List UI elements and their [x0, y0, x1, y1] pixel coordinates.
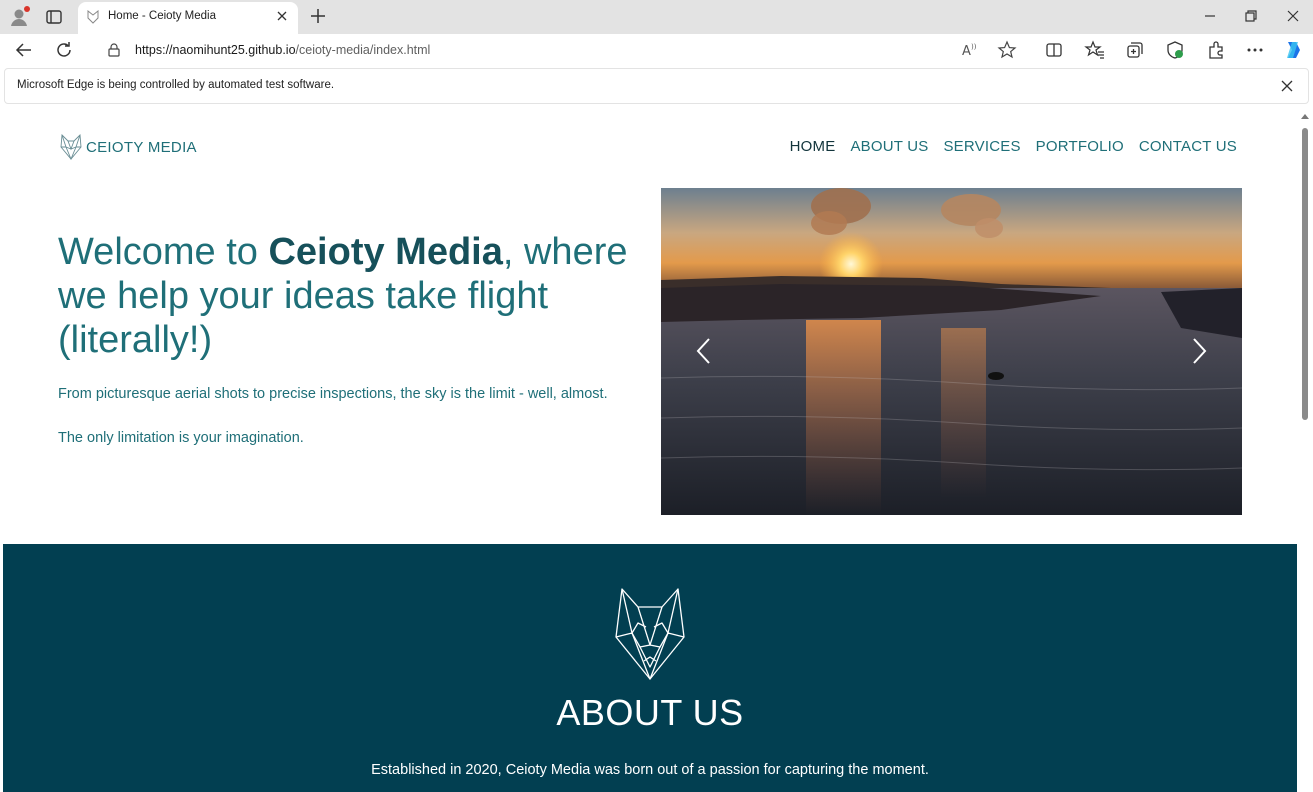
more-options-icon[interactable] [1244, 39, 1266, 61]
close-window-icon[interactable] [1283, 6, 1303, 26]
favorites-icon[interactable] [1084, 39, 1106, 61]
back-icon[interactable] [13, 39, 35, 61]
hero-title: Welcome to Ceioty Media, where we help y… [58, 231, 628, 361]
tab-actions-icon[interactable] [44, 7, 64, 27]
collections-icon[interactable] [1124, 39, 1146, 61]
profile-icon[interactable] [8, 6, 30, 28]
nav-contact-us[interactable]: CONTACT US [1139, 138, 1237, 155]
page-viewport: CEIOTY MEDIA HOME ABOUT US SERVICES PORT… [3, 108, 1297, 792]
favorite-star-icon[interactable] [996, 39, 1018, 61]
browser-toolbar: https://naomihunt25.github.io/ceioty-med… [0, 34, 1313, 66]
tab-title: Home - Ceioty Media [108, 10, 217, 22]
restore-icon[interactable] [1241, 6, 1261, 26]
wolf-favicon-icon [86, 9, 100, 24]
about-text: Established in 2020, Ceioty Media was bo… [371, 762, 929, 778]
nav-home[interactable]: HOME [790, 138, 836, 155]
extensions-icon[interactable] [1205, 39, 1227, 61]
wolf-emblem-icon [615, 588, 685, 680]
carousel-prev-icon[interactable] [694, 336, 714, 366]
close-infobar-icon[interactable] [1280, 79, 1294, 93]
main-nav: HOME ABOUT US SERVICES PORTFOLIO CONTACT… [790, 138, 1237, 155]
scroll-up-arrow-icon[interactable] [1301, 114, 1309, 119]
copilot-icon[interactable] [1282, 39, 1304, 61]
about-heading: ABOUT US [556, 692, 744, 733]
minimize-icon[interactable] [1200, 6, 1220, 26]
svg-text:)): )) [971, 43, 977, 51]
hero-carousel[interactable] [661, 188, 1242, 515]
refresh-icon[interactable] [53, 39, 75, 61]
url-text[interactable]: https://naomihunt25.github.io/ceioty-med… [135, 43, 430, 57]
hero-tagline: From picturesque aerial shots to precise… [58, 386, 608, 402]
read-aloud-icon[interactable]: A)) [959, 39, 981, 61]
about-section: ABOUT US Established in 2020, Ceioty Med… [3, 544, 1297, 792]
hero-subtagline: The only limitation is your imagination. [58, 430, 304, 446]
new-tab-icon[interactable] [308, 6, 328, 26]
carousel-next-icon[interactable] [1189, 336, 1209, 366]
lock-icon[interactable] [106, 42, 122, 58]
close-tab-icon[interactable] [274, 8, 290, 24]
nav-portfolio[interactable]: PORTFOLIO [1036, 138, 1124, 155]
logo-text: CEIOTY MEDIA [86, 139, 197, 156]
scroll-thumb[interactable] [1302, 128, 1308, 420]
address-bar[interactable]: https://naomihunt25.github.io/ceioty-med… [92, 36, 1028, 64]
browser-tab[interactable]: Home - Ceioty Media [78, 2, 298, 34]
automation-infobar: Microsoft Edge is being controlled by au… [4, 68, 1309, 104]
nav-about-us[interactable]: ABOUT US [850, 138, 928, 155]
browser-essentials-icon[interactable] [1164, 39, 1186, 61]
wolf-logo-icon [60, 133, 82, 161]
nav-services[interactable]: SERVICES [943, 138, 1020, 155]
infobar-message: Microsoft Edge is being controlled by au… [17, 79, 335, 91]
svg-text:A: A [962, 44, 971, 59]
page-scrollbar[interactable] [1297, 108, 1313, 792]
split-screen-icon[interactable] [1043, 39, 1065, 61]
sunset-river-photo [661, 188, 1242, 515]
browser-titlebar: Home - Ceioty Media [0, 0, 1313, 34]
